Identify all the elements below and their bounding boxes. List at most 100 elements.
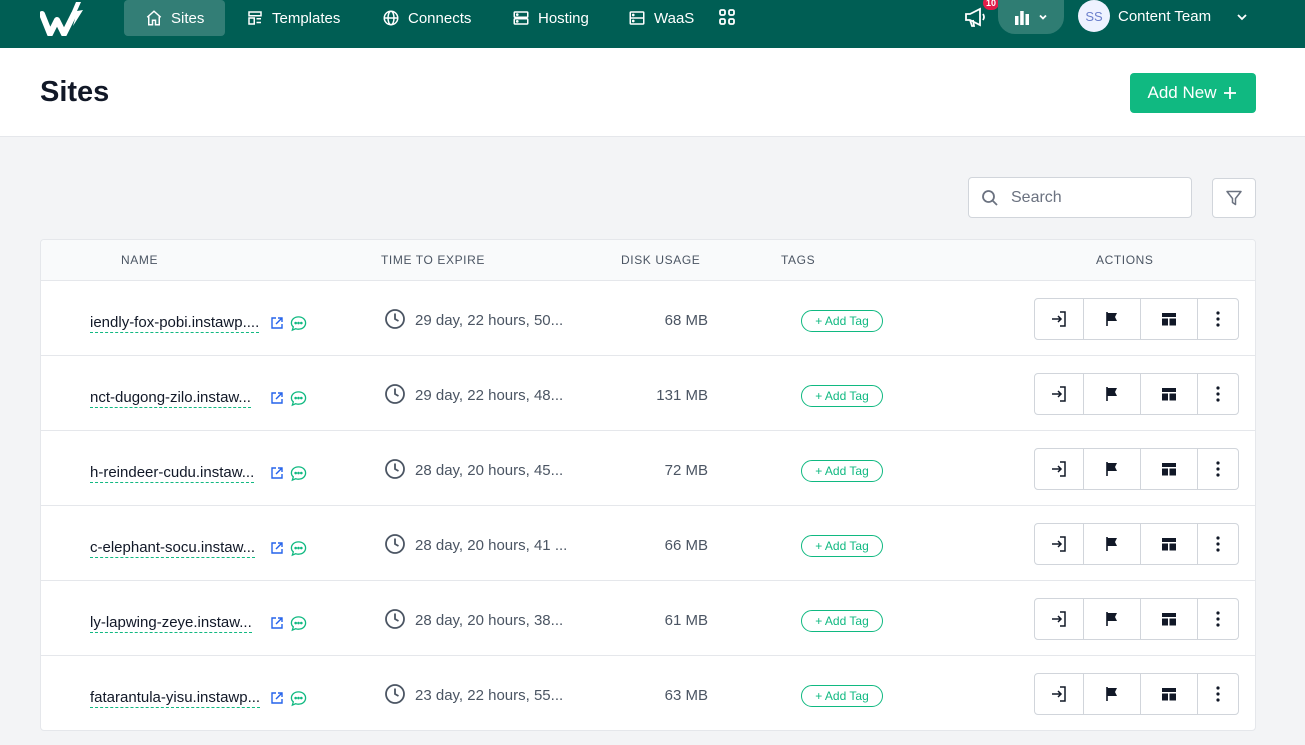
site-name-link[interactable]: fatarantula-yisu.instawp... <box>90 689 261 708</box>
chat-icon[interactable] <box>290 615 307 632</box>
login-icon <box>1050 310 1068 328</box>
login-button[interactable] <box>1035 449 1084 489</box>
site-name-link[interactable]: h-reindeer-cudu.instaw... <box>90 464 255 483</box>
table-row: fatarantula-yisu.instawp... 23 day, 22 h… <box>41 656 1255 730</box>
chat-icon[interactable] <box>290 465 307 482</box>
nav-templates[interactable]: Templates <box>225 0 361 36</box>
layout-icon <box>1160 310 1178 328</box>
nav-hosting[interactable]: Hosting <box>491 0 610 36</box>
more-vertical-icon <box>1209 310 1227 328</box>
chat-icon[interactable] <box>290 540 307 557</box>
megaphone-icon[interactable] <box>963 6 987 28</box>
table-row: h-reindeer-cudu.instaw... 28 day, 20 hou… <box>41 431 1255 506</box>
layout-button[interactable] <box>1141 674 1198 714</box>
time-to-expire: 29 day, 22 hours, 48... <box>415 387 564 404</box>
layout-button[interactable] <box>1141 599 1198 639</box>
add-tag-button[interactable]: + Add Tag <box>801 385 883 407</box>
team-name[interactable]: Content Team <box>1118 8 1211 25</box>
flag-icon <box>1103 685 1121 703</box>
external-link-icon[interactable] <box>270 691 284 705</box>
chat-icon[interactable] <box>290 315 307 332</box>
login-button[interactable] <box>1035 299 1084 339</box>
flag-button[interactable] <box>1084 374 1141 414</box>
nav-sites[interactable]: Sites <box>124 0 226 36</box>
globe-icon <box>383 10 399 26</box>
clock-icon <box>384 683 406 705</box>
flag-button[interactable] <box>1084 674 1141 714</box>
analytics-dropdown[interactable] <box>998 0 1064 34</box>
add-tag-button[interactable]: + Add Tag <box>801 535 883 557</box>
nav-waas[interactable]: WaaS <box>607 0 715 36</box>
flag-icon <box>1103 310 1121 328</box>
clock-icon <box>384 383 406 405</box>
disk-usage: 131 MB <box>656 387 708 404</box>
apps-grid-icon[interactable] <box>718 8 736 26</box>
layout-button[interactable] <box>1141 374 1198 414</box>
search-box <box>968 177 1192 218</box>
template-icon <box>248 11 262 25</box>
nav-connects[interactable]: Connects <box>361 0 492 36</box>
site-name-link[interactable]: ly-lapwing-zeye.instaw... <box>90 614 252 633</box>
disk-usage: 66 MB <box>664 537 708 554</box>
add-tag-button[interactable]: + Add Tag <box>801 610 883 632</box>
flag-button[interactable] <box>1084 299 1141 339</box>
more-actions-button[interactable] <box>1198 299 1238 339</box>
more-actions-button[interactable] <box>1198 449 1238 489</box>
site-name-link[interactable]: nct-dugong-zilo.instaw... <box>90 389 251 408</box>
time-to-expire: 23 day, 22 hours, 55... <box>415 687 564 704</box>
flag-icon <box>1103 535 1121 553</box>
disk-usage: 68 MB <box>664 312 708 329</box>
more-actions-button[interactable] <box>1198 674 1238 714</box>
layout-button[interactable] <box>1141 449 1198 489</box>
nav-waas-label: WaaS <box>654 9 695 27</box>
column-header-name: NAME <box>121 253 159 267</box>
layout-button[interactable] <box>1141 299 1198 339</box>
site-name-link[interactable]: c-elephant-socu.instaw... <box>90 539 256 558</box>
external-link-icon[interactable] <box>270 316 284 330</box>
layout-button[interactable] <box>1141 524 1198 564</box>
filter-icon <box>1226 190 1242 206</box>
home-icon <box>146 10 162 26</box>
add-tag-button[interactable]: + Add Tag <box>801 310 883 332</box>
add-new-button[interactable]: Add New <box>1130 73 1256 113</box>
search-input[interactable] <box>1011 188 1171 207</box>
flag-icon <box>1103 610 1121 628</box>
more-actions-button[interactable] <box>1198 524 1238 564</box>
avatar[interactable]: SS <box>1078 0 1110 32</box>
instawp-logo[interactable] <box>40 2 86 36</box>
chat-icon[interactable] <box>290 690 307 707</box>
external-link-icon[interactable] <box>270 541 284 555</box>
row-actions <box>1034 598 1239 640</box>
table-header: NAME TIME TO EXPIRE DISK USAGE TAGS ACTI… <box>41 240 1255 281</box>
flag-button[interactable] <box>1084 449 1141 489</box>
more-actions-button[interactable] <box>1198 374 1238 414</box>
chevron-down-icon[interactable] <box>1236 11 1248 23</box>
filter-button[interactable] <box>1212 178 1256 218</box>
plus-icon <box>1224 87 1237 99</box>
time-to-expire: 29 day, 22 hours, 50... <box>415 312 564 329</box>
chevron-down-icon <box>1039 14 1047 20</box>
login-button[interactable] <box>1035 599 1084 639</box>
add-tag-button[interactable]: + Add Tag <box>801 685 883 707</box>
flag-icon <box>1103 385 1121 403</box>
site-name-link[interactable]: iendly-fox-pobi.instawp.... <box>90 314 260 333</box>
more-vertical-icon <box>1209 685 1227 703</box>
chat-icon[interactable] <box>290 390 307 407</box>
login-button[interactable] <box>1035 524 1084 564</box>
page-header: Sites Add New <box>0 48 1305 137</box>
login-icon <box>1050 385 1068 403</box>
external-link-icon[interactable] <box>270 466 284 480</box>
more-actions-button[interactable] <box>1198 599 1238 639</box>
flag-button[interactable] <box>1084 599 1141 639</box>
external-link-icon[interactable] <box>270 616 284 630</box>
login-button[interactable] <box>1035 374 1084 414</box>
layout-icon <box>1160 685 1178 703</box>
disk-usage: 63 MB <box>664 687 708 704</box>
column-header-disk: DISK USAGE <box>621 253 701 267</box>
flag-button[interactable] <box>1084 524 1141 564</box>
login-button[interactable] <box>1035 674 1084 714</box>
table-row: iendly-fox-pobi.instawp.... 29 day, 22 h… <box>41 281 1255 356</box>
table-row: ly-lapwing-zeye.instaw... 28 day, 20 hou… <box>41 581 1255 656</box>
add-tag-button[interactable]: + Add Tag <box>801 460 883 482</box>
external-link-icon[interactable] <box>270 391 284 405</box>
